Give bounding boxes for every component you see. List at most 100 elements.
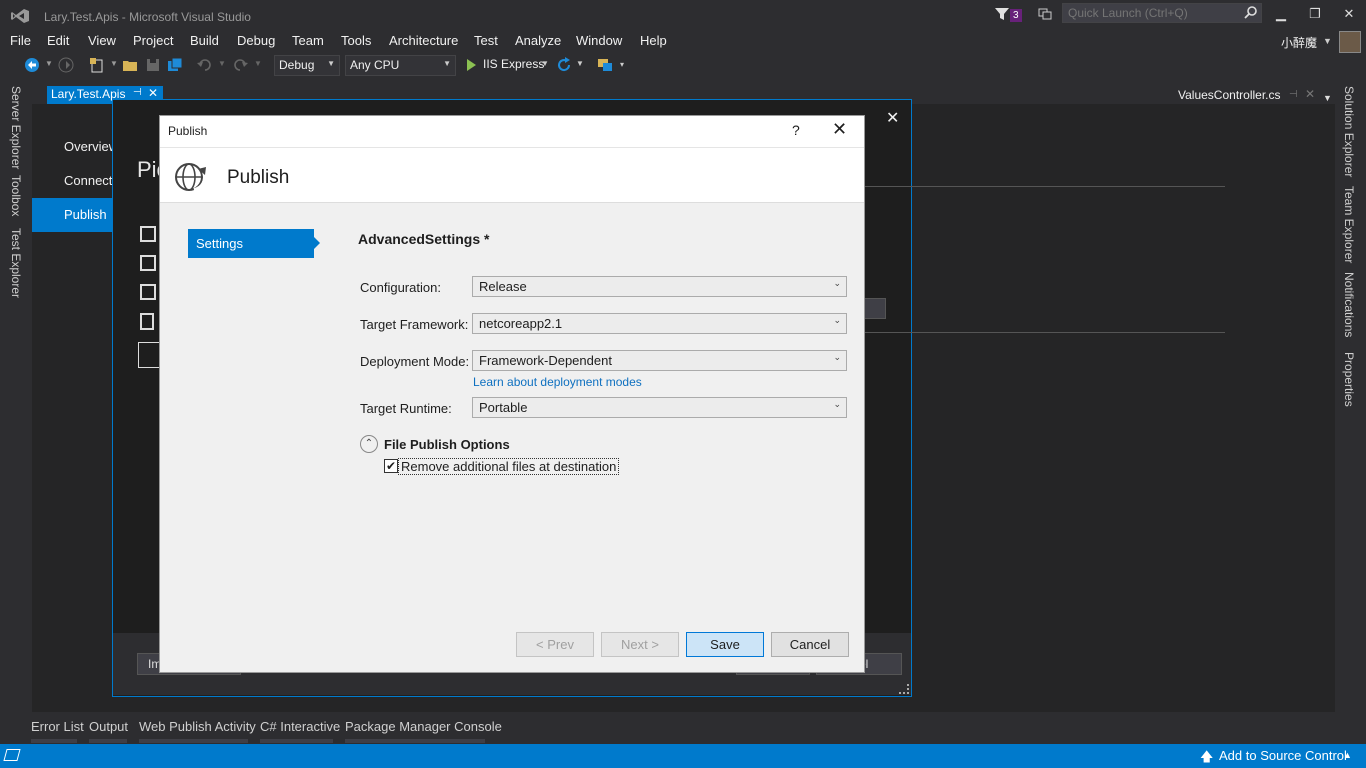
next-button[interactable]: Next >: [601, 632, 679, 657]
deployment-mode-select[interactable]: Framework-Dependent ⌄: [472, 350, 847, 371]
menu-view[interactable]: View: [88, 32, 116, 50]
chevron-down-icon[interactable]: ▼: [1323, 93, 1332, 103]
menu-help[interactable]: Help: [640, 32, 667, 50]
chevron-down-icon[interactable]: ▼: [218, 59, 226, 68]
menu-bar: File Edit View Project Build Debug Team …: [0, 32, 1366, 52]
resize-grip-icon[interactable]: [899, 684, 909, 694]
target-runtime-value: Portable: [479, 400, 528, 415]
search-icon[interactable]: [1244, 5, 1258, 19]
chevron-down-icon[interactable]: ▼: [45, 59, 53, 68]
bottom-tab-output[interactable]: Output: [89, 719, 128, 734]
chevron-down-icon[interactable]: ▼: [541, 59, 549, 68]
chevron-down-icon: ⌄: [833, 399, 841, 409]
redo-icon[interactable]: [232, 57, 248, 73]
chevron-down-icon[interactable]: ▼: [1323, 36, 1332, 46]
navigate-forward-icon[interactable]: [58, 57, 74, 73]
filter-icon[interactable]: [994, 6, 1010, 22]
avatar[interactable]: [1339, 31, 1361, 53]
new-project-icon[interactable]: [89, 57, 105, 73]
solution-platform-select[interactable]: Any CPU ▼: [345, 55, 456, 76]
notification-count-badge[interactable]: 3: [1010, 9, 1022, 22]
nav-item-publish[interactable]: Publish: [32, 198, 114, 232]
navigate-back-icon[interactable]: [24, 57, 40, 73]
chevron-down-icon[interactable]: ▼: [110, 59, 118, 68]
bottom-tab-csharp-interactive[interactable]: C# Interactive: [260, 719, 340, 734]
visual-studio-logo-icon: [11, 9, 29, 23]
menu-build[interactable]: Build: [190, 32, 219, 50]
open-folder-icon[interactable]: [122, 57, 138, 73]
target-runtime-select[interactable]: Portable ⌄: [472, 397, 847, 418]
side-tab-notifications[interactable]: Notifications: [1342, 272, 1356, 337]
side-tab-solution-explorer[interactable]: Solution Explorer: [1342, 86, 1356, 177]
solution-configuration-select[interactable]: Debug ▼: [274, 55, 340, 76]
menu-window[interactable]: Window: [576, 32, 622, 50]
side-tab-test-explorer[interactable]: Test Explorer: [9, 228, 23, 298]
divider: [864, 332, 1225, 333]
chevron-down-icon[interactable]: ▼: [576, 59, 584, 68]
close-window-button[interactable]: ✕: [1336, 4, 1362, 24]
nav-item-overview[interactable]: Overview: [32, 130, 118, 164]
menu-test[interactable]: Test: [474, 32, 498, 50]
save-button[interactable]: Save: [686, 632, 764, 657]
close-icon[interactable]: ✕: [886, 108, 899, 128]
menu-debug[interactable]: Debug: [237, 32, 275, 50]
restore-button[interactable]: ❐: [1302, 4, 1328, 24]
close-tab-icon[interactable]: ✕: [148, 86, 158, 100]
bottom-tab-web-publish-activity[interactable]: Web Publish Activity: [139, 719, 256, 734]
menu-edit[interactable]: Edit: [47, 32, 69, 50]
menu-analyze[interactable]: Analyze: [515, 32, 561, 50]
menu-architecture[interactable]: Architecture: [389, 32, 458, 50]
bottom-tab-package-manager-console[interactable]: Package Manager Console: [345, 719, 502, 734]
browser-link-icon[interactable]: [597, 57, 613, 73]
menu-project[interactable]: Project: [133, 32, 173, 50]
minimize-button[interactable]: ▁: [1268, 4, 1294, 24]
start-debugging-button[interactable]: IIS Express: [483, 57, 544, 71]
side-tab-server-explorer[interactable]: Server Explorer: [9, 86, 23, 169]
chevron-down-icon[interactable]: ▼: [254, 59, 262, 68]
chevron-down-icon: ⌄: [833, 315, 841, 325]
tab-settings[interactable]: Settings: [188, 229, 320, 258]
collapse-expander-icon[interactable]: ⌃: [360, 435, 378, 453]
document-tab-values-controller[interactable]: ValuesController.cs: [1178, 88, 1281, 102]
title-bar: Lary.Test.Apis - Microsoft Visual Studio…: [0, 0, 1366, 32]
save-all-icon[interactable]: [167, 57, 183, 73]
help-button[interactable]: ?: [792, 122, 800, 138]
chevron-up-icon[interactable]: ▲: [1343, 750, 1352, 760]
nav-item-connected[interactable]: Connected: [32, 164, 127, 198]
user-name[interactable]: 小醉魔: [1281, 34, 1317, 51]
configuration-select[interactable]: Release ⌄: [472, 276, 847, 297]
prev-button[interactable]: < Prev: [516, 632, 594, 657]
close-dialog-button[interactable]: ✕: [832, 119, 847, 140]
side-tab-toolbox[interactable]: Toolbox: [9, 175, 23, 216]
pin-icon[interactable]: ⊣: [133, 87, 142, 98]
menu-file[interactable]: File: [10, 32, 31, 50]
feedback-icon[interactable]: [1038, 7, 1052, 21]
side-tab-properties[interactable]: Properties: [1342, 352, 1356, 407]
tab-underline: [89, 739, 127, 743]
menu-team[interactable]: Team: [292, 32, 324, 50]
quick-launch-input[interactable]: [1062, 3, 1262, 23]
divider: [864, 186, 1225, 187]
refresh-icon[interactable]: [556, 57, 572, 73]
cancel-button[interactable]: Cancel: [771, 632, 849, 657]
bottom-tab-error-list[interactable]: Error List: [31, 719, 84, 734]
standard-toolbar: ▼ ▼ ▼ ▼ Debug ▼ Any CPU ▼ IIS Express ▼ …: [0, 54, 1366, 78]
arrow-up-icon[interactable]: 🡅: [1200, 748, 1213, 768]
close-tab-icon[interactable]: ✕: [1305, 87, 1315, 101]
publish-dialog: Publish ? ✕ Publish Settings AdvancedSet…: [159, 115, 865, 673]
play-icon[interactable]: [463, 57, 479, 73]
toolbar-overflow-icon[interactable]: ▾: [620, 60, 624, 69]
status-bar: 🡅 Add to Source Control ▲: [0, 744, 1366, 768]
menu-tools[interactable]: Tools: [341, 32, 371, 50]
undo-icon[interactable]: [197, 57, 213, 73]
side-tab-team-explorer[interactable]: Team Explorer: [1342, 186, 1356, 263]
target-framework-select[interactable]: netcoreapp2.1 ⌄: [472, 313, 847, 334]
learn-deployment-modes-link[interactable]: Learn about deployment modes: [473, 375, 642, 389]
remove-files-label[interactable]: Remove additional files at destination: [398, 458, 620, 475]
pin-icon[interactable]: ⊣: [1289, 89, 1298, 100]
dialog-title-bar: Publish ? ✕: [160, 116, 864, 147]
remove-files-checkbox[interactable]: ✔: [384, 459, 398, 473]
save-icon[interactable]: [145, 57, 161, 73]
deployment-mode-label: Deployment Mode:: [360, 354, 470, 369]
add-to-source-control-button[interactable]: Add to Source Control: [1219, 748, 1347, 763]
